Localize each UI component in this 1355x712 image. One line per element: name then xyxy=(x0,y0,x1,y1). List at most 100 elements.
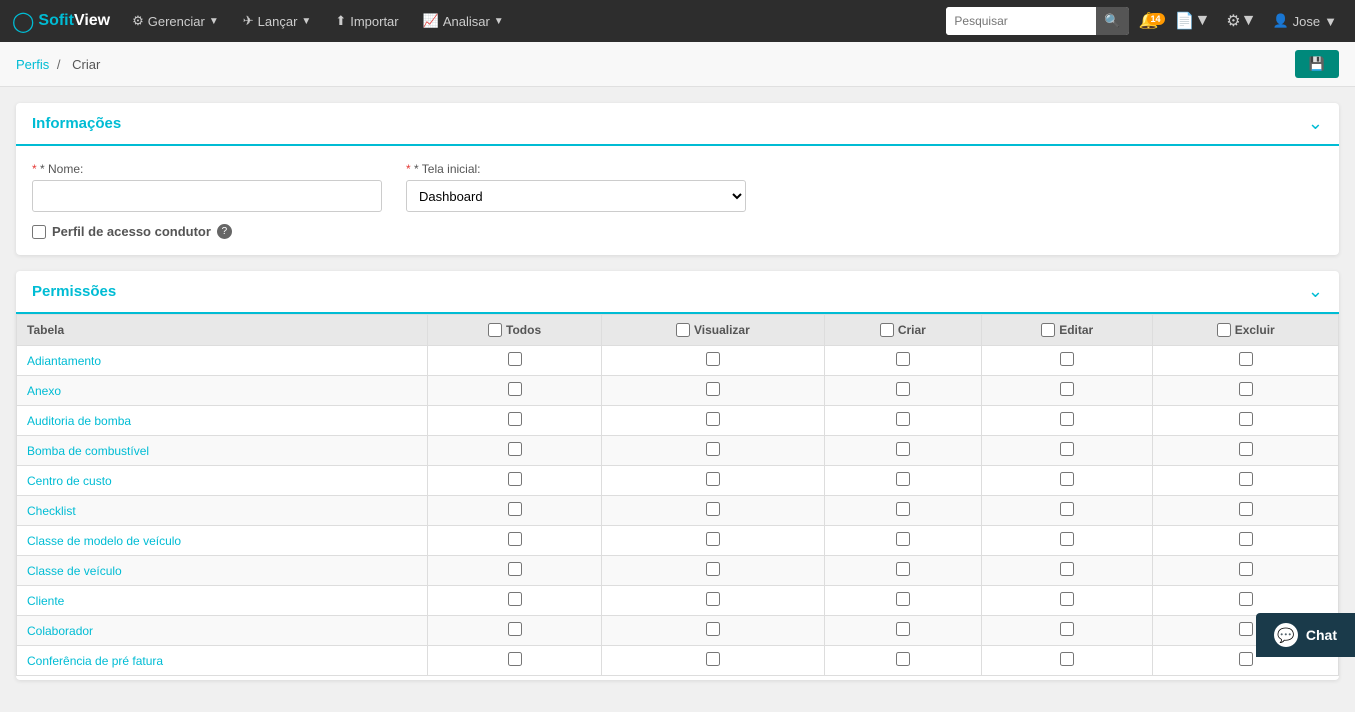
nav-importar[interactable]: ⬆ Importar xyxy=(325,0,408,42)
row-criar-checkbox[interactable] xyxy=(896,592,910,606)
row-todos-checkbox[interactable] xyxy=(508,472,522,486)
row-excluir-checkbox[interactable] xyxy=(1239,412,1253,426)
row-editar-checkbox[interactable] xyxy=(1060,352,1074,366)
row-name-link[interactable]: Classe de modelo de veículo xyxy=(27,534,181,548)
row-name-link[interactable]: Colaborador xyxy=(27,624,93,638)
row-criar-checkbox[interactable] xyxy=(896,562,910,576)
row-visualizar-checkbox[interactable] xyxy=(706,472,720,486)
nome-input[interactable] xyxy=(32,180,382,212)
settings-button[interactable]: ⚙ ▼ xyxy=(1220,11,1262,31)
row-name-link[interactable]: Bomba de combustível xyxy=(27,444,149,458)
row-editar-checkbox[interactable] xyxy=(1060,652,1074,666)
navbar: ◯ Sofit View ⚙ Gerenciar ▼ ✈ Lançar ▼ ⬆ … xyxy=(0,0,1355,42)
visualizar-all-checkbox[interactable] xyxy=(676,323,690,337)
row-excluir-checkbox[interactable] xyxy=(1239,532,1253,546)
row-todos-checkbox[interactable] xyxy=(508,382,522,396)
row-criar-checkbox[interactable] xyxy=(896,502,910,516)
row-editar-checkbox[interactable] xyxy=(1060,622,1074,636)
form-group-tela: * * Tela inicial: Dashboard Mapa Relatór… xyxy=(406,162,746,212)
chat-button[interactable]: 💬 Chat xyxy=(1256,613,1355,657)
row-visualizar-checkbox[interactable] xyxy=(706,532,720,546)
row-editar-checkbox[interactable] xyxy=(1060,442,1074,456)
row-criar-checkbox[interactable] xyxy=(896,382,910,396)
row-editar-checkbox[interactable] xyxy=(1060,412,1074,426)
row-criar-checkbox[interactable] xyxy=(896,652,910,666)
row-visualizar-checkbox[interactable] xyxy=(706,352,720,366)
driver-profile-row: Perfil de acesso condutor ? xyxy=(32,224,1323,239)
row-editar-checkbox[interactable] xyxy=(1060,382,1074,396)
save-button[interactable]: 💾 xyxy=(1295,50,1339,78)
search-button[interactable]: 🔍 xyxy=(1096,7,1128,35)
collapse-info-icon[interactable]: ⌄ xyxy=(1308,113,1323,134)
row-criar-checkbox[interactable] xyxy=(896,412,910,426)
driver-profile-checkbox[interactable] xyxy=(32,225,46,239)
row-criar-checkbox[interactable] xyxy=(896,532,910,546)
info-card: Informações ⌄ * * Nome: * * Tela inicial… xyxy=(16,103,1339,255)
row-excluir-checkbox[interactable] xyxy=(1239,382,1253,396)
row-name-link[interactable]: Anexo xyxy=(27,384,61,398)
row-name-link[interactable]: Classe de veículo xyxy=(27,564,122,578)
row-editar-checkbox[interactable] xyxy=(1060,592,1074,606)
nav-lancar[interactable]: ✈ Lançar ▼ xyxy=(233,0,322,42)
brand-view: View xyxy=(74,12,110,30)
nav-analisar[interactable]: 📈 Analisar ▼ xyxy=(413,0,514,42)
help-icon[interactable]: ? xyxy=(217,224,232,239)
row-editar-checkbox[interactable] xyxy=(1060,532,1074,546)
row-editar-checkbox[interactable] xyxy=(1060,472,1074,486)
row-name-link[interactable]: Cliente xyxy=(27,594,64,608)
row-todos-checkbox[interactable] xyxy=(508,532,522,546)
row-name-link[interactable]: Auditoria de bomba xyxy=(27,414,131,428)
row-visualizar-cell xyxy=(602,346,825,376)
excluir-all-checkbox[interactable] xyxy=(1217,323,1231,337)
row-todos-checkbox[interactable] xyxy=(508,562,522,576)
row-excluir-checkbox[interactable] xyxy=(1239,352,1253,366)
row-todos-cell xyxy=(428,346,602,376)
row-name-link[interactable]: Conferência de pré fatura xyxy=(27,654,163,668)
brand-logo[interactable]: ◯ Sofit View xyxy=(12,9,110,34)
table-header-row: Tabela Todos Visualizar xyxy=(17,315,1339,346)
row-editar-checkbox[interactable] xyxy=(1060,562,1074,576)
row-editar-checkbox[interactable] xyxy=(1060,502,1074,516)
tela-select[interactable]: Dashboard Mapa Relatórios xyxy=(406,180,746,212)
row-visualizar-checkbox[interactable] xyxy=(706,442,720,456)
row-criar-checkbox[interactable] xyxy=(896,442,910,456)
row-todos-checkbox[interactable] xyxy=(508,622,522,636)
permissions-table: Tabela Todos Visualizar xyxy=(16,314,1339,676)
row-excluir-checkbox[interactable] xyxy=(1239,442,1253,456)
row-todos-checkbox[interactable] xyxy=(508,442,522,456)
row-excluir-checkbox[interactable] xyxy=(1239,652,1253,666)
row-visualizar-checkbox[interactable] xyxy=(706,652,720,666)
row-excluir-checkbox[interactable] xyxy=(1239,562,1253,576)
row-visualizar-checkbox[interactable] xyxy=(706,562,720,576)
notification-button[interactable]: 🔔 14 xyxy=(1133,11,1165,31)
editar-all-checkbox[interactable] xyxy=(1041,323,1055,337)
row-visualizar-checkbox[interactable] xyxy=(706,412,720,426)
row-excluir-checkbox[interactable] xyxy=(1239,622,1253,636)
row-excluir-checkbox[interactable] xyxy=(1239,502,1253,516)
row-criar-checkbox[interactable] xyxy=(896,352,910,366)
user-menu[interactable]: 👤 Jose ▼ xyxy=(1266,13,1343,29)
row-todos-checkbox[interactable] xyxy=(508,502,522,516)
row-excluir-checkbox[interactable] xyxy=(1239,472,1253,486)
row-visualizar-checkbox[interactable] xyxy=(706,592,720,606)
row-name-link[interactable]: Centro de custo xyxy=(27,474,112,488)
row-visualizar-checkbox[interactable] xyxy=(706,502,720,516)
row-criar-checkbox[interactable] xyxy=(896,622,910,636)
row-todos-checkbox[interactable] xyxy=(508,592,522,606)
row-visualizar-checkbox[interactable] xyxy=(706,382,720,396)
row-excluir-checkbox[interactable] xyxy=(1239,592,1253,606)
todos-all-checkbox[interactable] xyxy=(488,323,502,337)
row-todos-checkbox[interactable] xyxy=(508,412,522,426)
row-visualizar-checkbox[interactable] xyxy=(706,622,720,636)
row-todos-checkbox[interactable] xyxy=(508,652,522,666)
row-todos-checkbox[interactable] xyxy=(508,352,522,366)
criar-all-checkbox[interactable] xyxy=(880,323,894,337)
row-name-link[interactable]: Checklist xyxy=(27,504,76,518)
collapse-permissions-icon[interactable]: ⌄ xyxy=(1308,281,1323,302)
nav-gerenciar[interactable]: ⚙ Gerenciar ▼ xyxy=(122,0,229,42)
row-name-link[interactable]: Adiantamento xyxy=(27,354,101,368)
breadcrumb-parent[interactable]: Perfis xyxy=(16,57,49,72)
search-input[interactable] xyxy=(946,7,1096,35)
row-criar-checkbox[interactable] xyxy=(896,472,910,486)
document-button[interactable]: 📄 ▼ xyxy=(1169,11,1217,31)
